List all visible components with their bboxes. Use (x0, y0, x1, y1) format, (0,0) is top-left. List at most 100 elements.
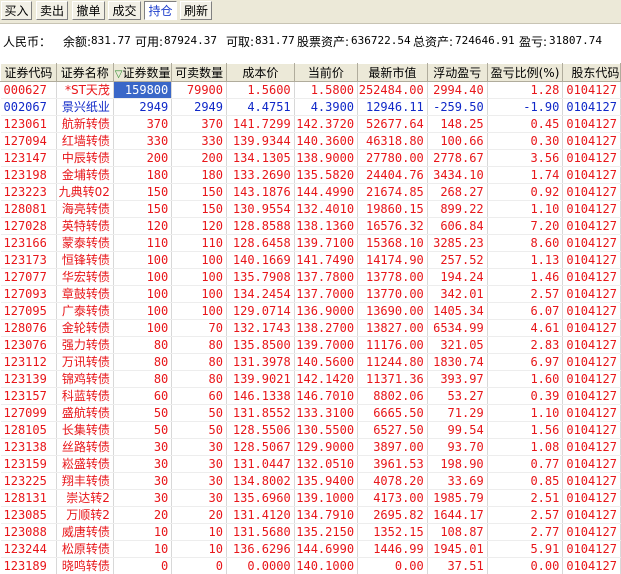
cell-cost: 130.9554 (226, 200, 295, 218)
table-row[interactable]: 123198 金埔转债 180 180 133.2690 135.5820 24404.76… (0, 166, 621, 184)
cell-holder-code: 0104127 (562, 319, 621, 337)
col-header-sellable[interactable]: 可卖数量 (171, 63, 227, 82)
table-row[interactable]: 128131 崇达转2 30 30 135.6960 139.1000 4173.00 198… (0, 489, 621, 507)
table-row[interactable]: 123189 晓鸣转债 0 0 0.0000 140.1000 0.00 37.51 0.00 0… (0, 557, 621, 574)
cell-pnl-ratio: 1.56 (487, 421, 564, 439)
table-row[interactable]: 123166 蒙泰转债 110 110 128.6458 139.7100 15368.10… (0, 234, 621, 252)
table-row[interactable]: 127094 红墙转债 330 330 139.9344 140.3600 46318.80… (0, 132, 621, 150)
cell-code: 123061 (0, 115, 57, 133)
table-row[interactable]: 128105 长集转债 50 50 128.5506 130.5500 6527.50 99.… (0, 421, 621, 439)
cell-sellable: 100 (171, 268, 227, 286)
table-row[interactable]: 123085 万顺转2 20 20 131.4120 134.7910 2695.82 164… (0, 506, 621, 524)
pnl-label: 盈亏: (519, 35, 548, 49)
cell-name: 翔丰转债 (56, 472, 114, 490)
cell-price: 132.4010 (294, 200, 359, 218)
cell-quantity: 30 (113, 438, 173, 456)
table-row[interactable]: 002067 景兴纸业 2949 2949 4.4751 4.3900 12946.11 -2… (0, 98, 621, 116)
table-row[interactable]: 123159 崧盛转债 30 30 131.0447 132.0510 3961.53 198… (0, 455, 621, 473)
cell-market-value: 24404.76 (357, 166, 428, 184)
cell-price: 134.7910 (294, 506, 359, 524)
cell-holder-code: 0104127 (562, 472, 621, 490)
table-row[interactable]: 123061 航新转债 370 370 141.7299 142.3720 52677.64… (0, 115, 621, 133)
cell-cost: 131.3978 (226, 353, 295, 371)
cell-market-value: 6665.50 (357, 404, 428, 422)
cell-floating-pnl: 268.27 (427, 183, 488, 201)
table-row[interactable]: 123225 翔丰转债 30 30 134.8002 135.9400 4078.20 33.… (0, 472, 621, 490)
cell-code: 127099 (0, 404, 57, 422)
cell-quantity: 80 (113, 336, 173, 354)
col-header-price[interactable]: 当前价 (293, 63, 359, 82)
cell-floating-pnl: -259.50 (427, 98, 488, 116)
table-row[interactable]: 123223 九典转02 150 150 143.1876 144.4990 21674.8… (0, 183, 621, 201)
table-row[interactable]: 123112 万讯转债 80 80 131.3978 140.5600 11244.80 18… (0, 353, 621, 371)
cell-cost: 136.6296 (226, 540, 295, 558)
cell-price: 140.3600 (294, 132, 359, 150)
cell-cost: 139.9021 (226, 370, 295, 388)
table-row[interactable]: 000627 *ST天茂 159800 79900 1.5600 1.5800 252484… (0, 81, 621, 99)
table-row[interactable]: 128076 金轮转债 100 70 132.1743 138.2700 13827.00 6… (0, 319, 621, 337)
cell-quantity: 50 (113, 404, 173, 422)
cell-cost: 128.6458 (226, 234, 295, 252)
table-row[interactable]: 128081 海亮转债 150 150 130.9554 132.4010 19860.15… (0, 200, 621, 218)
col-header-cost[interactable]: 成本价 (226, 63, 295, 82)
table-row[interactable]: 123076 强力转债 80 80 135.8500 139.7000 11176.00 32… (0, 336, 621, 354)
col-header-code[interactable]: 证券代码 (0, 63, 57, 82)
cell-sellable: 100 (171, 251, 227, 269)
cell-floating-pnl: 1644.17 (427, 506, 488, 524)
col-header-pnl-ratio[interactable]: 盈亏比例(%) (486, 63, 564, 82)
cell-holder-code: 0104127 (562, 489, 621, 507)
cell-name: 章鼓转债 (56, 285, 114, 303)
cell-sellable: 330 (171, 132, 227, 150)
table-row[interactable]: 123138 丝路转债 30 30 128.5067 129.9000 3897.00 93.… (0, 438, 621, 456)
cell-floating-pnl: 194.24 (427, 268, 488, 286)
table-row[interactable]: 123147 中辰转债 200 200 134.1305 138.9000 27780.00… (0, 149, 621, 167)
cell-name: 丝路转债 (56, 438, 114, 456)
cell-price: 132.0510 (294, 455, 359, 473)
col-header-holder-code[interactable]: 股东代码 (562, 63, 621, 82)
refresh-button[interactable]: 刷新 (180, 1, 212, 20)
cancel-order-button[interactable]: 撤单 (72, 1, 105, 20)
buy-button[interactable]: 买入 (1, 1, 32, 20)
cell-market-value: 6527.50 (357, 421, 428, 439)
table-row[interactable]: 127028 英特转债 120 120 128.8588 138.1360 16576.32… (0, 217, 621, 235)
table-row[interactable]: 127077 华宏转债 100 100 135.7908 137.7800 13778.00… (0, 268, 621, 286)
cell-quantity: 330 (113, 132, 173, 150)
sell-button[interactable]: 卖出 (36, 1, 68, 20)
cell-quantity: 10 (113, 523, 173, 541)
table-row[interactable]: 127093 章鼓转债 100 100 134.2454 137.7000 13770.00… (0, 285, 621, 303)
table-row[interactable]: 123139 锦鸡转债 80 80 139.9021 142.1420 11371.36 39… (0, 370, 621, 388)
cell-code: 123076 (0, 336, 57, 354)
cell-sellable: 30 (171, 438, 227, 456)
cell-market-value: 3961.53 (357, 455, 428, 473)
total-assets-label: 总资产: (413, 35, 454, 49)
cell-cost: 131.5680 (226, 523, 295, 541)
cell-sellable: 20 (171, 506, 227, 524)
cell-floating-pnl: 899.22 (427, 200, 488, 218)
cell-code: 123112 (0, 353, 57, 371)
cell-pnl-ratio: 1.10 (487, 200, 564, 218)
cell-pnl-ratio: 1.74 (487, 166, 564, 184)
cell-floating-pnl: 108.87 (427, 523, 488, 541)
table-row[interactable]: 123088 威唐转债 10 10 131.5680 135.2150 1352.15 108… (0, 523, 621, 541)
cell-market-value: 0.00 (357, 557, 428, 574)
col-header-market-value[interactable]: 最新市值 (357, 63, 428, 82)
cell-sellable: 200 (171, 149, 227, 167)
table-row[interactable]: 123244 松原转债 10 10 136.6296 144.6990 1446.99 194… (0, 540, 621, 558)
cell-market-value: 52677.64 (357, 115, 428, 133)
cell-price: 137.7000 (294, 285, 359, 303)
col-header-quantity[interactable]: ▽证券数量 (112, 63, 173, 82)
trades-button[interactable]: 成交 (108, 1, 141, 20)
col-header-name[interactable]: 证券名称 (55, 63, 114, 82)
table-row[interactable]: 123173 恒锋转债 100 100 140.1669 141.7490 14174.90… (0, 251, 621, 269)
cell-name: 蒙泰转债 (56, 234, 114, 252)
table-row[interactable]: 127095 广泰转债 100 100 129.0714 136.9000 13690.00… (0, 302, 621, 320)
positions-button[interactable]: 持仓 (144, 1, 177, 20)
cell-floating-pnl: 198.90 (427, 455, 488, 473)
cell-sellable: 100 (171, 302, 227, 320)
cell-floating-pnl: 2778.67 (427, 149, 488, 167)
cell-name: 金轮转债 (56, 319, 114, 337)
cell-price: 141.7490 (294, 251, 359, 269)
table-row[interactable]: 123157 科蓝转债 60 60 146.1338 146.7010 8802.06 53.… (0, 387, 621, 405)
table-row[interactable]: 127099 盛航转债 50 50 131.8552 133.3100 6665.50 71.… (0, 404, 621, 422)
col-header-floating-pnl[interactable]: 浮动盈亏 (426, 63, 488, 82)
